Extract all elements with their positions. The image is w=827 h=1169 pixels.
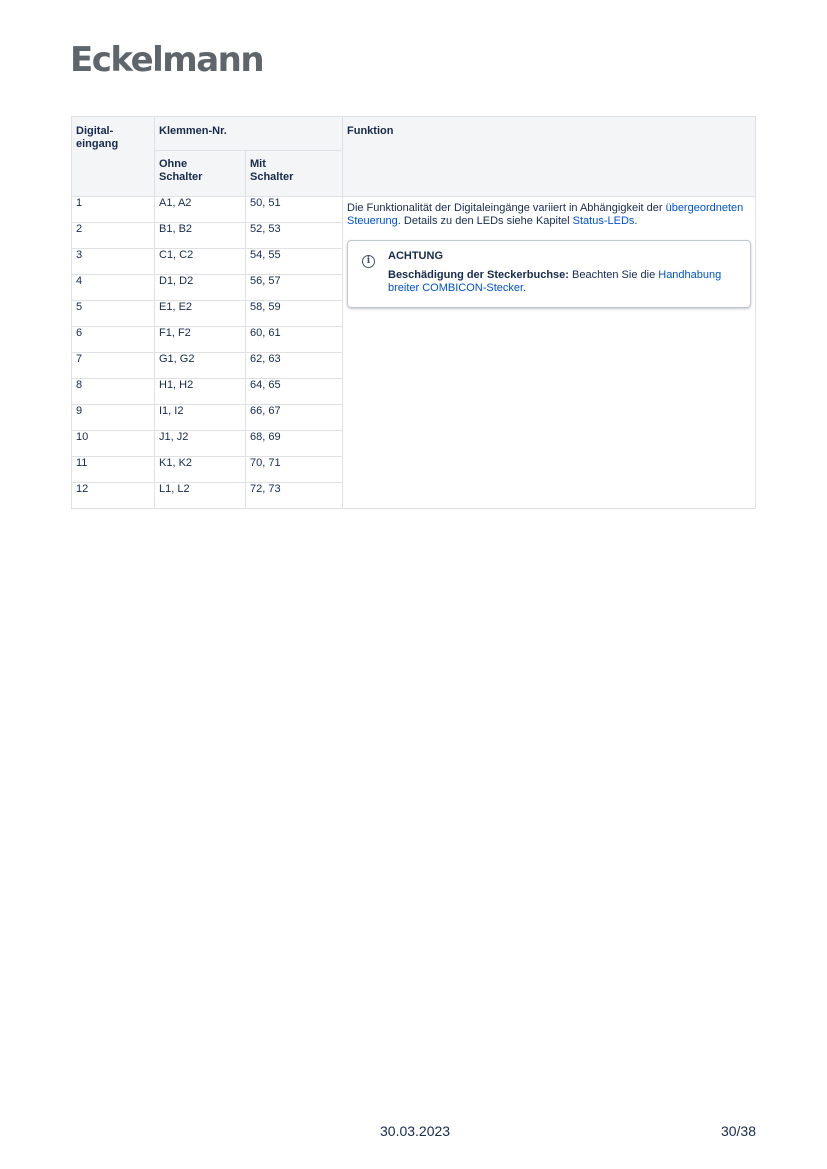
cell-digitaleingang: 6 — [71, 326, 155, 353]
cell-ohne-schalter: E1, E2 — [154, 300, 246, 327]
terminal-table: Digital- eingang Klemmen-Nr. Funktion Oh… — [71, 116, 756, 509]
cell-digitaleingang: 3 — [71, 248, 155, 275]
warning-end: . — [523, 282, 527, 294]
header-ohne-schalter: Ohne Schalter — [154, 150, 246, 197]
cell-mit-schalter: 56, 57 — [245, 274, 343, 301]
cell-digitaleingang: 4 — [71, 274, 155, 301]
warning-bold-text: Beschädigung der Steckerbuchse: — [388, 269, 569, 281]
cell-mit-schalter: 60, 61 — [245, 326, 343, 353]
cell-digitaleingang: 2 — [71, 222, 155, 249]
footer-page-number: 30/38 — [720, 1123, 756, 1139]
funktion-text: Die Funktionalität der Digitaleingänge v… — [347, 202, 751, 228]
cell-mit-schalter: 62, 63 — [245, 352, 343, 379]
cell-digitaleingang: 7 — [71, 352, 155, 379]
cell-mit-schalter: 68, 69 — [245, 430, 343, 457]
header-digitaleingang: Digital- eingang — [71, 116, 155, 197]
cell-ohne-schalter: B1, B2 — [154, 222, 246, 249]
cell-ohne-schalter: J1, J2 — [154, 430, 246, 457]
footer-date: 30.03.2023 — [380, 1123, 451, 1139]
cell-digitaleingang: 8 — [71, 378, 155, 405]
header-klemmen-nr: Klemmen-Nr. — [154, 116, 343, 151]
warning-body: Beschädigung der Steckerbuchse: Beachten… — [388, 269, 740, 295]
cell-ohne-schalter: H1, H2 — [154, 378, 246, 405]
cell-digitaleingang: 10 — [71, 430, 155, 457]
table-row: 1 A1, A2 50, 51 Die Funktionalität der Digi… — [71, 196, 756, 509]
warning-title: ACHTUNG — [388, 250, 443, 262]
cell-digitaleingang: 5 — [71, 300, 155, 327]
cell-ohne-schalter: D1, D2 — [154, 274, 246, 301]
cell-digitaleingang: 11 — [71, 456, 155, 483]
cell-digitaleingang: 1 — [71, 196, 155, 223]
cell-ohne-schalter: F1, F2 — [154, 326, 246, 353]
cell-ohne-schalter: K1, K2 — [154, 456, 246, 483]
cell-mit-schalter: 72, 73 — [245, 482, 343, 509]
funktion-text-1: Die Funktionalität der Digitaleingänge v… — [347, 202, 666, 214]
info-icon: i — [362, 255, 375, 268]
cell-ohne-schalter: I1, I2 — [154, 404, 246, 431]
header-funktion: Funktion — [342, 116, 756, 197]
funktion-text-2: . Details zu den LEDs siehe Kapitel — [397, 215, 573, 227]
cell-ohne-schalter: A1, A2 — [154, 196, 246, 223]
header-mit-schalter: Mit Schalter — [245, 150, 343, 197]
cell-mit-schalter: 70, 71 — [245, 456, 343, 483]
cell-mit-schalter: 66, 67 — [245, 404, 343, 431]
cell-mit-schalter: 52, 53 — [245, 222, 343, 249]
cell-funktion: Die Funktionalität der Digitaleingänge v… — [342, 196, 756, 509]
cell-mit-schalter: 54, 55 — [245, 248, 343, 275]
logo: Eckelmann — [70, 40, 265, 80]
cell-digitaleingang: 12 — [71, 482, 155, 509]
warning-text: Beachten Sie die — [568, 269, 659, 281]
cell-mit-schalter: 58, 59 — [245, 300, 343, 327]
cell-ohne-schalter: G1, G2 — [154, 352, 246, 379]
link-status-leds[interactable]: Status-LEDs — [573, 215, 635, 227]
table-body: 1 A1, A2 50, 51 Die Funktionalität der Digi… — [71, 196, 756, 509]
cell-ohne-schalter: L1, L2 — [154, 482, 246, 509]
cell-digitaleingang: 9 — [71, 404, 155, 431]
funktion-text-3: . — [634, 215, 638, 227]
warning-panel: i ACHTUNG Beschädigung der Steckerbuchse: … — [347, 240, 751, 308]
cell-mit-schalter: 50, 51 — [245, 196, 343, 223]
cell-mit-schalter: 64, 65 — [245, 378, 343, 405]
cell-ohne-schalter: C1, C2 — [154, 248, 246, 275]
